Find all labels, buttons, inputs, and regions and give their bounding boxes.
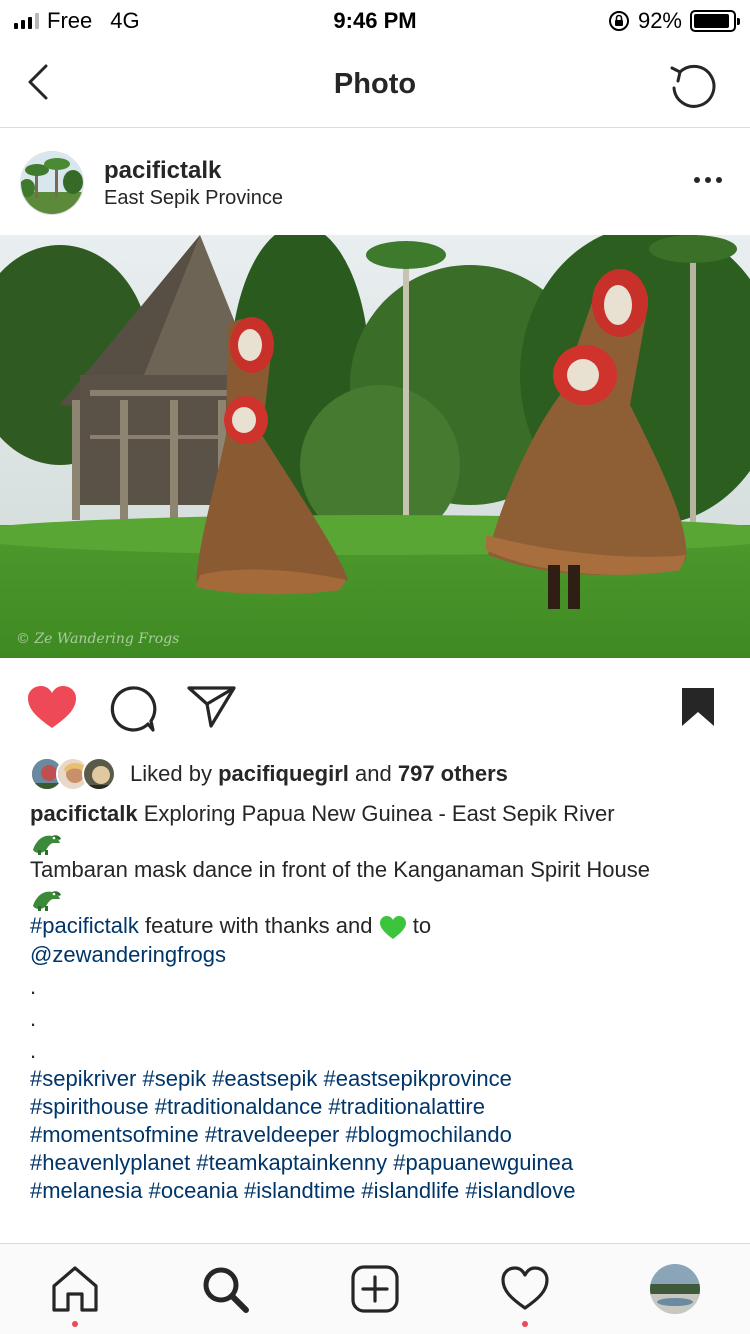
home-notification-dot bbox=[72, 1321, 78, 1327]
hashtag-line[interactable]: #spirithouse #traditionaldance #traditio… bbox=[30, 1093, 720, 1121]
home-icon[interactable] bbox=[50, 1264, 100, 1314]
caption-line2: Tambaran mask dance in front of the Kang… bbox=[30, 857, 651, 883]
avatar[interactable] bbox=[20, 151, 84, 215]
page-title: Photo bbox=[333, 68, 417, 100]
battery-level bbox=[694, 14, 729, 28]
post-username[interactable]: pacifictalk bbox=[104, 157, 221, 185]
to-text: to bbox=[412, 913, 432, 939]
caption-username[interactable]: pacifictalk bbox=[30, 801, 138, 826]
hashtag-link[interactable]: #pacifictalk bbox=[30, 913, 139, 938]
likes-others[interactable]: 797 others bbox=[398, 761, 508, 786]
hashtag-line[interactable]: #heavenlyplanet #teamkaptainkenny #papua… bbox=[30, 1149, 720, 1177]
caption-dot: . bbox=[30, 1037, 37, 1063]
green-heart-emoji-icon bbox=[379, 915, 406, 939]
caption-emoji-row bbox=[30, 828, 720, 856]
activity-notification-dot bbox=[522, 1321, 528, 1327]
new-post-icon[interactable] bbox=[350, 1264, 400, 1314]
status-right: 92% bbox=[608, 8, 740, 34]
caption-feature-line: #pacifictalk feature with thanks and to bbox=[30, 912, 720, 940]
battery-icon bbox=[690, 10, 740, 32]
likes-joiner: and bbox=[355, 761, 392, 786]
top-liker[interactable]: pacifiquegirl bbox=[218, 761, 349, 786]
activity-heart-icon[interactable] bbox=[500, 1264, 550, 1314]
bookmark-icon[interactable] bbox=[680, 686, 716, 728]
likes-text: Liked by pacifiquegirl and 797 others bbox=[130, 761, 508, 787]
nav-bar: Photo bbox=[0, 40, 750, 128]
caption-dot: . bbox=[30, 973, 37, 999]
tab-bar bbox=[0, 1243, 750, 1334]
refresh-icon[interactable] bbox=[666, 58, 720, 112]
liker-avatars bbox=[30, 757, 122, 791]
hashtag-line[interactable]: #momentsofmine #traveldeeper #blogmochil… bbox=[30, 1121, 720, 1149]
caption-line: pacifictalk Exploring Papua New Guinea -… bbox=[30, 800, 720, 828]
caption-dot: . bbox=[30, 1005, 37, 1031]
status-bar: Free 4G 9:46 PM 92% bbox=[0, 0, 750, 40]
likes-row[interactable]: Liked by pacifiquegirl and 797 others bbox=[30, 756, 730, 792]
comment-icon[interactable] bbox=[106, 684, 158, 734]
battery-percent: 92% bbox=[637, 8, 682, 33]
hashtag-line[interactable]: #sepikriver #sepik #eastsepik #eastsepik… bbox=[30, 1065, 720, 1093]
photo-watermark: © Ze Wandering Frogs bbox=[16, 631, 179, 647]
post-location[interactable]: East Sepik Province bbox=[104, 187, 283, 210]
orientation-lock-icon bbox=[608, 11, 629, 31]
post-caption: pacifictalk Exploring Papua New Guinea -… bbox=[30, 800, 720, 1205]
crocodile-emoji-icon bbox=[33, 891, 61, 912]
caption-line1: Exploring Papua New Guinea - East Sepik … bbox=[143, 801, 615, 826]
crocodile-emoji-icon bbox=[33, 835, 61, 856]
post-photo[interactable]: © Ze Wandering Frogs bbox=[0, 235, 750, 658]
caption-emoji-row bbox=[30, 884, 720, 912]
share-icon[interactable] bbox=[186, 684, 238, 730]
liker-avatar bbox=[82, 757, 116, 791]
likes-prefix: Liked by bbox=[130, 761, 212, 786]
more-dots-icon[interactable] bbox=[694, 177, 722, 183]
post-actions bbox=[0, 658, 750, 754]
like-heart-icon[interactable] bbox=[26, 684, 78, 732]
photo-image: © Ze Wandering Frogs bbox=[0, 235, 750, 658]
profile-avatar[interactable] bbox=[650, 1264, 700, 1314]
hashtag-line[interactable]: #melanesia #oceania #islandtime #islandl… bbox=[30, 1177, 720, 1205]
post-header: pacifictalk East Sepik Province bbox=[0, 129, 750, 235]
mention-link[interactable]: @zewanderingfrogs bbox=[30, 941, 720, 969]
search-icon[interactable] bbox=[200, 1264, 250, 1314]
feature-text: feature with thanks and bbox=[144, 913, 373, 939]
